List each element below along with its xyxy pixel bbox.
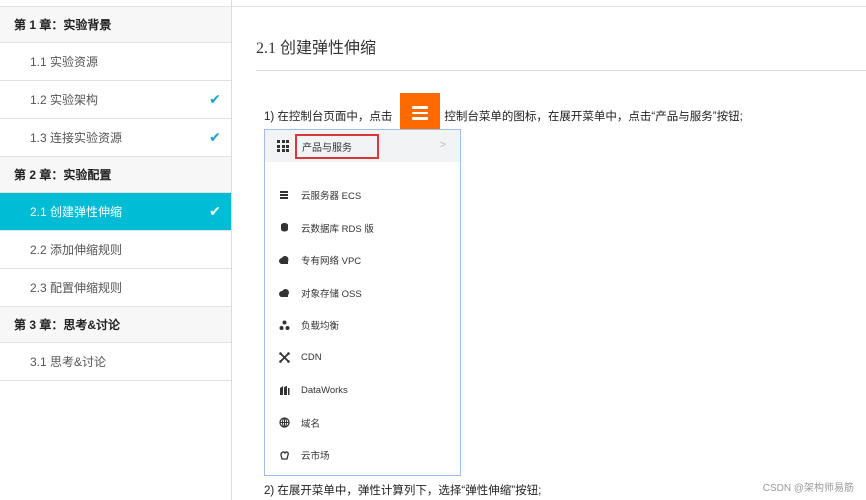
console-item-slb[interactable]: 负载均衡 [265, 309, 460, 342]
sidebar: 第 1 章：实验背景 1.1 实验资源 1.2 实验架构 ✔ 1.3 连接实验资… [0, 0, 232, 500]
sidebar-item-1-1[interactable]: 1.1 实验资源 [0, 43, 231, 81]
products-services-row[interactable]: 产品与服务 > [265, 130, 460, 162]
sidebar-item-1-2[interactable]: 1.2 实验架构 ✔ [0, 81, 231, 119]
sidebar-item-3-1[interactable]: 3.1 思考&讨论 [0, 343, 231, 381]
title-divider [256, 70, 866, 71]
chapter-1-heading[interactable]: 第 1 章：实验背景 [0, 7, 231, 43]
console-item-label: 域名 [301, 418, 321, 430]
console-item-label: 负载均衡 [301, 321, 340, 333]
cloud-network-icon [278, 254, 290, 266]
console-item-rds[interactable]: 云数据库 RDS 版 [265, 212, 460, 245]
sidebar-item-2-1[interactable]: 2.1 创建弹性伸缩 ✔ [0, 193, 231, 231]
console-item-vpc[interactable]: 专有网络 VPC [265, 244, 460, 277]
sidebar-item-2-3[interactable]: 2.3 配置伸缩规则 [0, 269, 231, 307]
console-item-label: 云数据库 RDS 版 [301, 223, 374, 235]
dataworks-icon [278, 384, 290, 396]
market-icon [278, 449, 290, 461]
console-item-market[interactable]: 云市场 [265, 439, 460, 472]
sidebar-item-label: 1.2 实验架构 [30, 93, 99, 107]
console-item-domain[interactable]: 域名 [265, 407, 460, 440]
check-icon: ✔ [209, 203, 221, 219]
load-balance-icon [278, 319, 290, 331]
console-item-dataworks[interactable]: DataWorks [265, 374, 460, 407]
console-item-ecs[interactable]: 云服务器 ECS [265, 179, 460, 212]
watermark: CSDN @架构师易筋 [762, 483, 854, 494]
chevron-right-icon: > [439, 139, 446, 151]
server-icon [278, 189, 290, 201]
page-title: 2.1 创建弹性伸缩 [256, 40, 377, 57]
check-icon: ✔ [209, 129, 221, 145]
cdn-icon [278, 352, 290, 364]
chapter-2-heading[interactable]: 第 2 章：实验配置 [0, 157, 231, 193]
console-item-label: 专有网络 VPC [301, 256, 362, 268]
step-2-text: 2) 在展开菜单中，弹性计算列下，选择“弹性伸缩”按钮; [264, 485, 542, 497]
sidebar-item-label: 2.2 添加伸缩规则 [30, 243, 123, 257]
step-1-after: 控制台菜单的图标，在展开菜单中，点击“产品与服务”按钮; [444, 111, 743, 123]
console-item-label: 云市场 [301, 451, 330, 463]
sidebar-top-spacer [0, 0, 231, 7]
products-services-button[interactable]: 产品与服务 [295, 133, 379, 159]
console-item-label: 云服务器 ECS [301, 191, 362, 203]
console-product-list: 云服务器 ECS 云数据库 RDS 版 专有网络 VPC 对象存储 OSS 负载… [265, 162, 460, 472]
check-icon: ✔ [209, 91, 221, 107]
main-content: 2.1 创建弹性伸缩 1) 在控制台页面中，点击 控制台菜单的图标，在展开菜单中… [232, 0, 866, 500]
console-item-cdn[interactable]: CDN [265, 342, 460, 375]
main-top-spacer [232, 0, 866, 7]
console-menu-screenshot: 产品与服务 > 云服务器 ECS 云数据库 RDS 版 专有网络 VPC 对象存… [264, 129, 461, 476]
grid-icon [277, 140, 289, 152]
globe-icon [278, 417, 290, 429]
step-1-text: 1) 在控制台页面中，点击 控制台菜单的图标，在展开菜单中，点击“产品与服务”按… [264, 93, 743, 133]
sidebar-item-label: 2.1 创建弹性伸缩 [30, 205, 123, 219]
sidebar-item-2-2[interactable]: 2.2 添加伸缩规则 [0, 231, 231, 269]
menu-icon[interactable] [400, 93, 441, 133]
sidebar-item-label: 3.1 思考&讨论 [30, 355, 107, 369]
console-item-oss[interactable]: 对象存储 OSS [265, 277, 460, 310]
chapter-3-heading[interactable]: 第 3 章：思考&讨论 [0, 307, 231, 343]
console-item-label: 对象存储 OSS [301, 288, 362, 300]
step-1-before: 1) 在控制台页面中，点击 [264, 111, 393, 123]
database-icon [278, 222, 290, 234]
console-item-label: CDN [301, 352, 322, 364]
sidebar-item-label: 2.3 配置伸缩规则 [30, 281, 123, 295]
sidebar-item-label: 1.3 连接实验资源 [30, 131, 123, 145]
cloud-storage-icon [278, 287, 290, 299]
sidebar-item-1-3[interactable]: 1.3 连接实验资源 ✔ [0, 119, 231, 157]
sidebar-item-label: 1.1 实验资源 [30, 55, 99, 69]
console-item-label: DataWorks [301, 384, 348, 396]
